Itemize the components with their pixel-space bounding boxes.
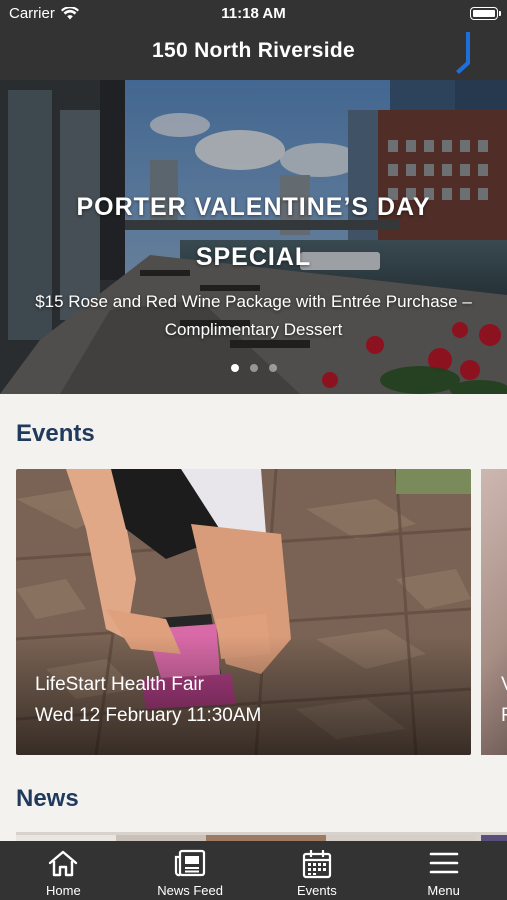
event-name: LifeStart Health Fair — [35, 674, 204, 695]
hamburger-menu-icon — [429, 852, 458, 874]
promo-subtitle: $15 Rose and Red Wine Package with Entré… — [35, 292, 472, 339]
battery-icon — [470, 7, 501, 20]
next-event-card[interactable]: V F — [481, 469, 507, 755]
home-icon — [49, 850, 78, 877]
next-event-date-partial: F — [501, 705, 507, 726]
news-heading: News — [16, 785, 79, 812]
event-date: Wed 12 February 11:30AM — [35, 705, 262, 726]
status-bar: Carrier 11:18 AM — [0, 0, 507, 28]
newspaper-icon — [175, 849, 206, 877]
building-title: 150 North Riverside — [152, 39, 355, 62]
carousel-dot-1[interactable] — [230, 364, 239, 372]
tab-news-feed[interactable]: News Feed — [127, 841, 254, 900]
tab-news-feed-label: News Feed — [157, 883, 223, 898]
carousel-dot-2[interactable] — [249, 364, 258, 372]
tab-events[interactable]: Events — [254, 841, 381, 900]
status-time: 11:18 AM — [221, 5, 286, 22]
promo-title: PORTER VALENTINE’S DAY SPECIAL — [76, 193, 431, 271]
app-screen: Carrier 11:18 AM 150 North Riverside POR… — [0, 0, 507, 900]
tab-menu[interactable]: Menu — [380, 841, 507, 900]
bottom-tab-bar: Home News Feed Events Menu — [0, 841, 507, 900]
featured-carousel[interactable]: PORTER VALENTINE’S DAY SPECIAL $15 Rose … — [0, 80, 507, 394]
carousel-dot-3[interactable] — [268, 364, 277, 372]
calendar-icon — [302, 850, 331, 879]
top-bar: Carrier 11:18 AM 150 North Riverside — [0, 0, 507, 80]
tab-home[interactable]: Home — [0, 841, 127, 900]
tab-events-label: Events — [297, 883, 337, 898]
brand-logo-icon[interactable] — [455, 32, 471, 74]
next-event-name-partial: V — [501, 674, 507, 696]
tab-menu-label: Menu — [427, 883, 460, 898]
event-card[interactable]: LifeStart Health Fair Wed 12 February 11… — [16, 469, 471, 755]
carousel-page-indicator[interactable] — [0, 364, 507, 372]
tab-home-label: Home — [46, 883, 81, 898]
events-heading: Events — [16, 420, 95, 447]
